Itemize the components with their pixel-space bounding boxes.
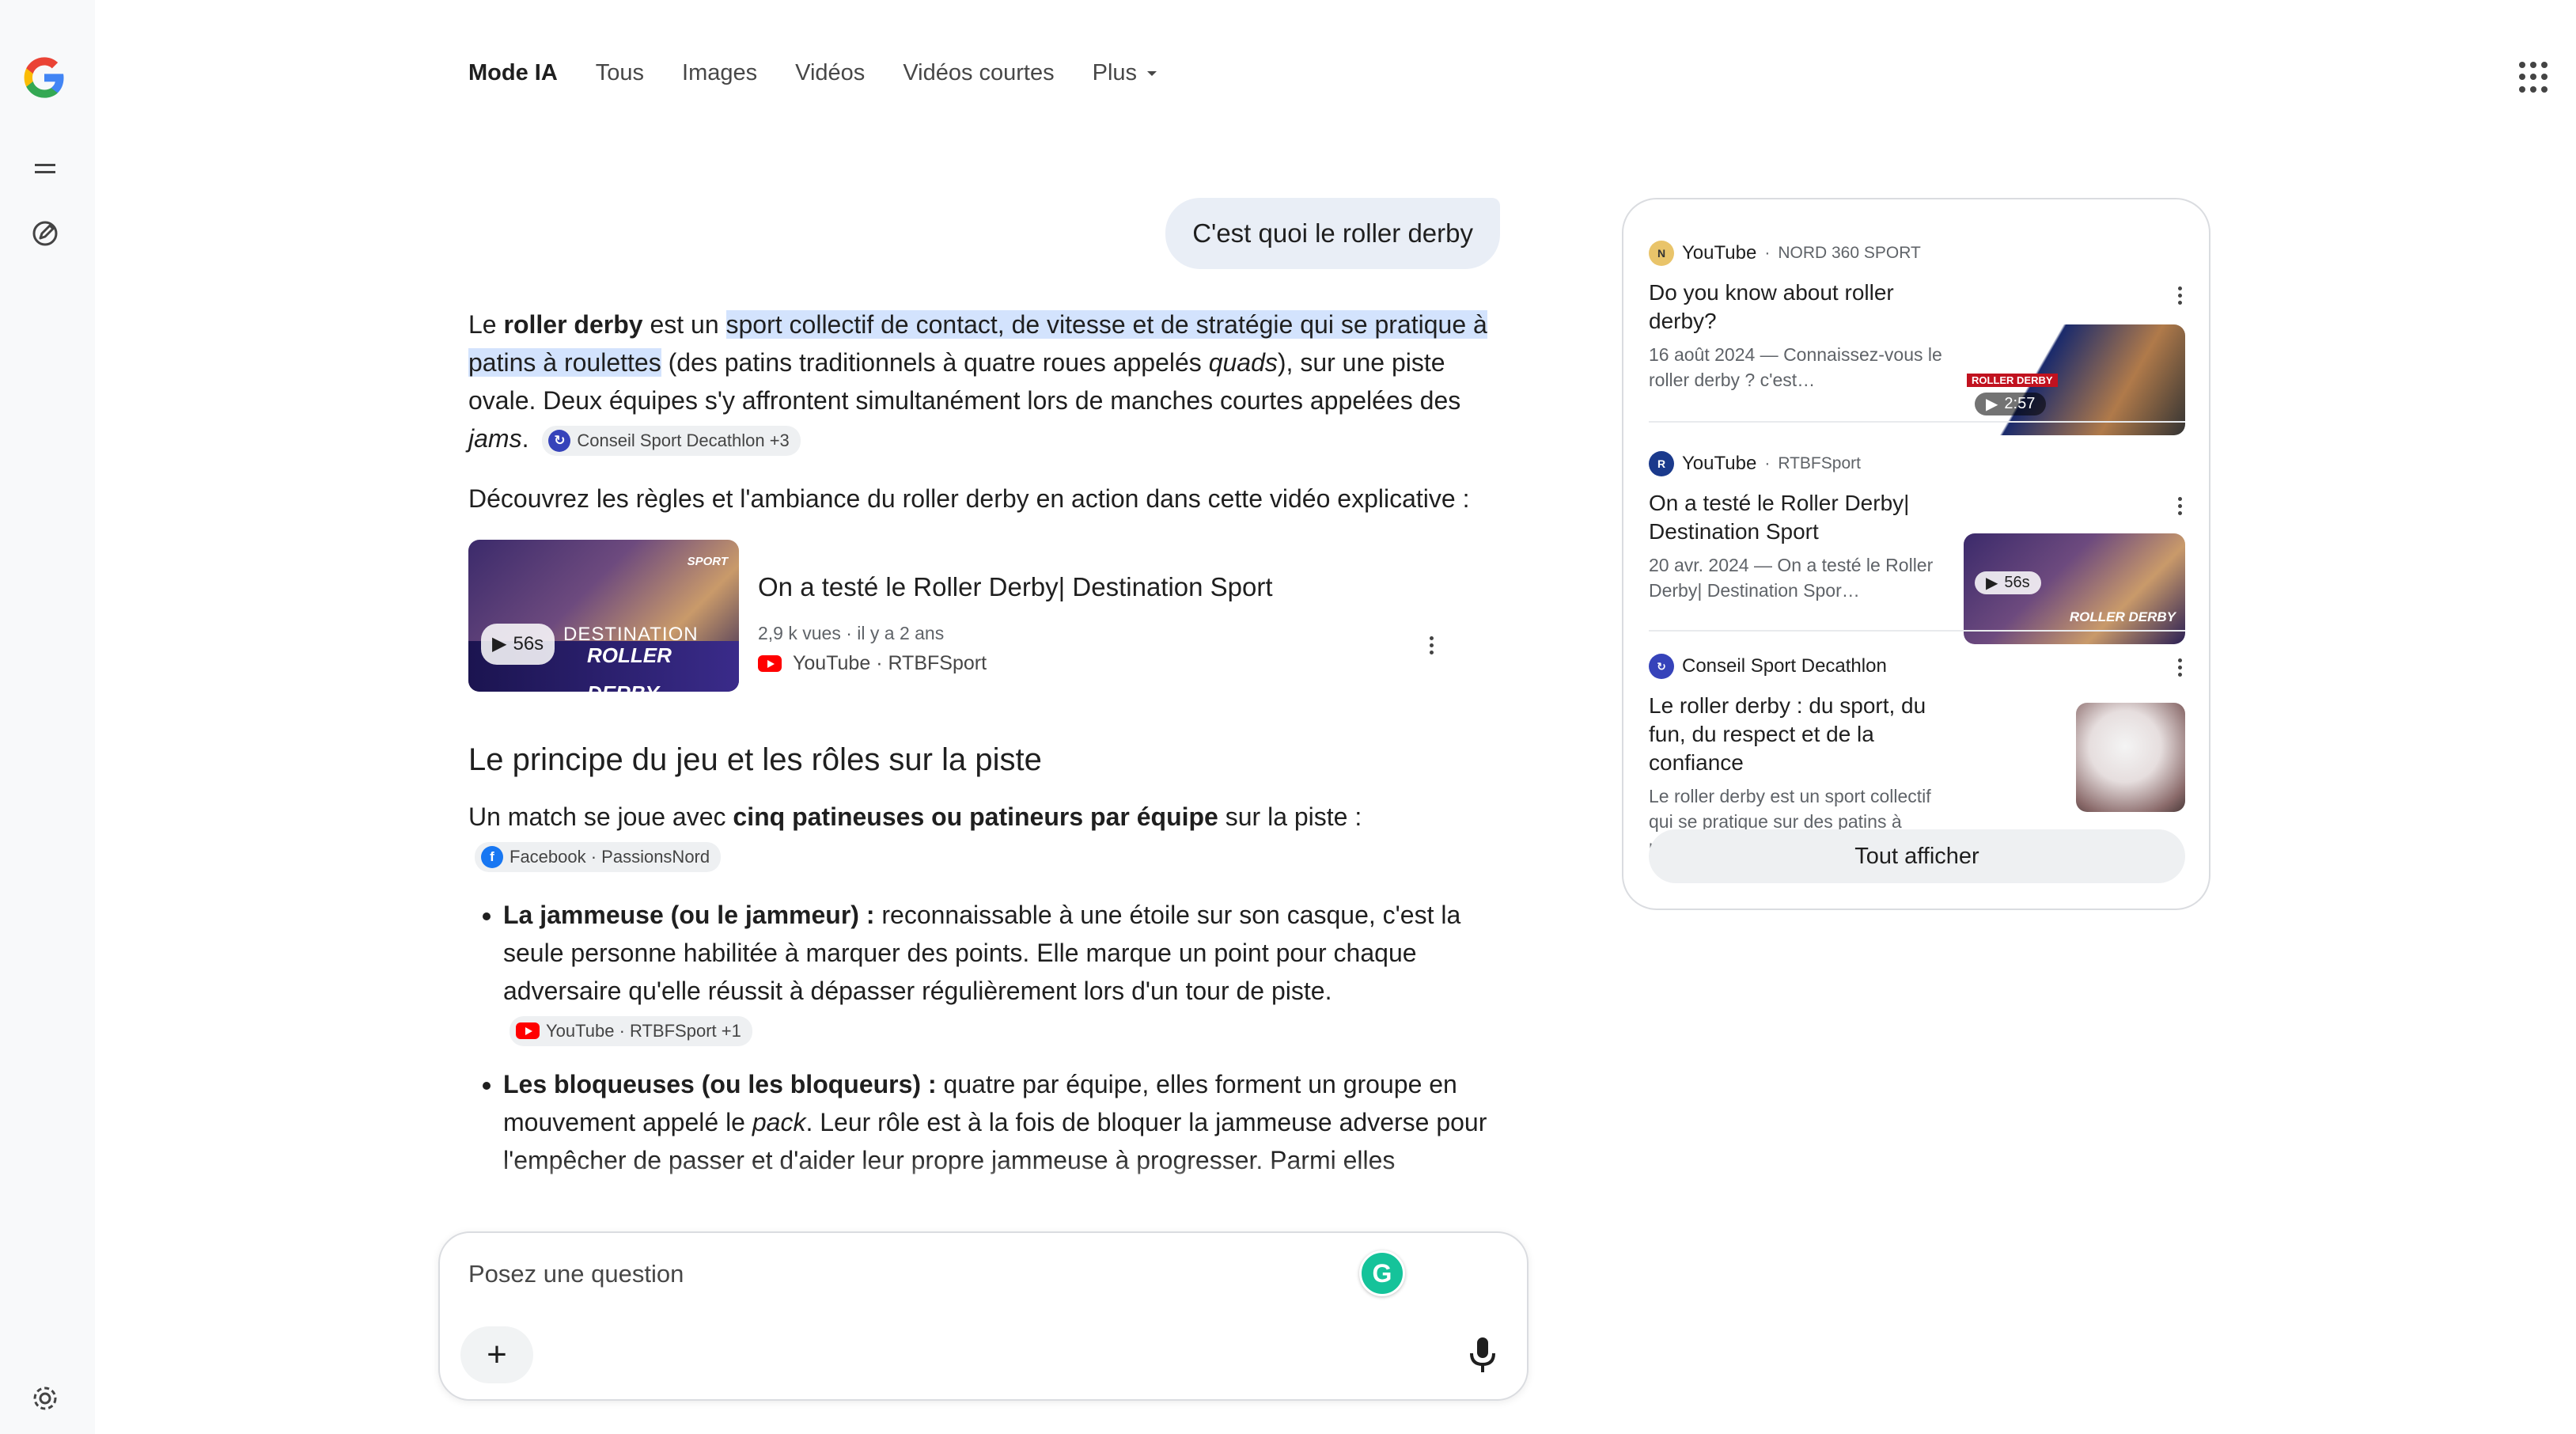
video-thumbnail[interactable]: DESTINATION ROLLER DERBY SPORT ▶56s bbox=[468, 540, 739, 692]
grammarly-icon[interactable]: G bbox=[1359, 1250, 1405, 1296]
add-button[interactable]: + bbox=[460, 1326, 533, 1383]
play-icon: ▶ bbox=[1986, 396, 1998, 413]
youtube-icon bbox=[758, 654, 782, 672]
source-card[interactable]: N YouTube · NORD 360 SPORT Do you know abou… bbox=[1649, 241, 2185, 435]
duration-badge: ▶ 2:57 bbox=[1975, 393, 2047, 415]
video-source: YouTube · RTBFSport bbox=[758, 644, 987, 682]
settings-icon[interactable] bbox=[27, 1380, 63, 1417]
duration-badge: ▶ 56s bbox=[1975, 571, 2041, 594]
roles-list: La jammeuse (ou le jammeur) : reconnaiss… bbox=[468, 896, 1502, 1179]
source-title[interactable]: Le roller derby : du sport, du fun, du r… bbox=[1649, 692, 1957, 777]
duration-badge: ▶ 56s bbox=[481, 624, 555, 665]
video-title[interactable]: On a testé le Roller Derby| Destination … bbox=[758, 568, 1273, 606]
source-thumbnail[interactable]: ROLLER DERBY ▶ 2:57 bbox=[1964, 324, 2185, 435]
source-card[interactable]: ↻ Conseil Sport Decathlon Le roller derby… bbox=[1649, 654, 2185, 859]
answer-paragraph-video-intro: Découvrez les règles et l'ambiance du ro… bbox=[468, 484, 1470, 513]
content-fade bbox=[459, 1155, 1511, 1219]
apps-grid-icon[interactable] bbox=[2519, 62, 2551, 93]
more-options-icon[interactable] bbox=[2176, 286, 2184, 305]
play-icon: ▶ bbox=[492, 633, 507, 654]
new-chat-icon[interactable] bbox=[27, 215, 63, 252]
decathlon-logo-icon: ↻ bbox=[548, 429, 571, 452]
chevron-down-icon bbox=[1147, 70, 1157, 76]
section-heading: Le principe du jeu et les rôles sur la p… bbox=[468, 742, 1042, 777]
tab-videos-courtes[interactable]: Vidéos courtes bbox=[903, 60, 1054, 86]
source-thumbnail[interactable] bbox=[2076, 703, 2185, 812]
rtbf-logo-icon: R bbox=[1649, 451, 1674, 476]
answer-paragraph-players: Un match se joue avec cinq patineuses ou… bbox=[468, 798, 1502, 874]
source-chip-facebook[interactable]: f Facebook · PassionsNord bbox=[475, 841, 722, 872]
left-rail bbox=[0, 0, 95, 1434]
list-item: La jammeuse (ou le jammeur) : reconnaiss… bbox=[503, 896, 1502, 1048]
more-options-icon[interactable] bbox=[2176, 497, 2184, 515]
source-thumbnail[interactable]: ROLLER DERBY ▶ 56s bbox=[1964, 533, 2185, 644]
play-icon: ▶ bbox=[1986, 575, 1998, 592]
sources-panel: N YouTube · NORD 360 SPORT Do you know abou… bbox=[1622, 198, 2210, 910]
google-g-icon[interactable] bbox=[22, 55, 66, 100]
search-mode-tabs: Mode IA Tous Images Vidéos Vidéos courte… bbox=[468, 60, 1157, 86]
user-query-bubble: C'est quoi le roller derby bbox=[1165, 198, 1500, 269]
ai-answer: Le roller derby est un sport collectif d… bbox=[468, 305, 1502, 1197]
nord360-logo-icon: N bbox=[1649, 241, 1674, 266]
youtube-icon bbox=[516, 1022, 540, 1040]
source-chip-decathlon[interactable]: ↻ Conseil Sport Decathlon +3 bbox=[542, 425, 801, 456]
tab-images[interactable]: Images bbox=[682, 60, 757, 86]
source-description: 16 août 2024 — Connaissez-vous le roller… bbox=[1649, 344, 1942, 390]
source-card[interactable]: R YouTube · RTBFSport On a testé le Roller … bbox=[1649, 451, 2185, 644]
decathlon-logo-icon: ↻ bbox=[1649, 654, 1674, 679]
source-chip-youtube[interactable]: YouTube · RTBFSport +1 bbox=[510, 1015, 752, 1046]
menu-icon[interactable] bbox=[27, 150, 63, 187]
answer-paragraph-intro: Le roller derby est un sport collectif d… bbox=[468, 305, 1502, 457]
source-title[interactable]: Do you know about roller derby? bbox=[1649, 279, 1957, 336]
question-input[interactable]: Posez une question bbox=[468, 1260, 684, 1288]
show-all-button[interactable]: Tout afficher bbox=[1649, 829, 2185, 883]
facebook-icon: f bbox=[481, 845, 503, 868]
more-options-icon[interactable] bbox=[1427, 636, 1435, 654]
source-title[interactable]: On a testé le Roller Derby| Destination … bbox=[1649, 489, 1957, 546]
source-description: 20 avr. 2024 — On a testé le Roller Derb… bbox=[1649, 555, 1934, 601]
tab-mode-ia[interactable]: Mode IA bbox=[468, 60, 558, 86]
microphone-icon[interactable] bbox=[1467, 1334, 1498, 1375]
more-options-icon[interactable] bbox=[2176, 658, 2184, 677]
tab-tous[interactable]: Tous bbox=[596, 60, 644, 86]
tab-plus[interactable]: Plus bbox=[1093, 60, 1157, 86]
tab-videos[interactable]: Vidéos bbox=[795, 60, 865, 86]
video-result[interactable]: DESTINATION ROLLER DERBY SPORT ▶56s On a… bbox=[468, 540, 1502, 695]
